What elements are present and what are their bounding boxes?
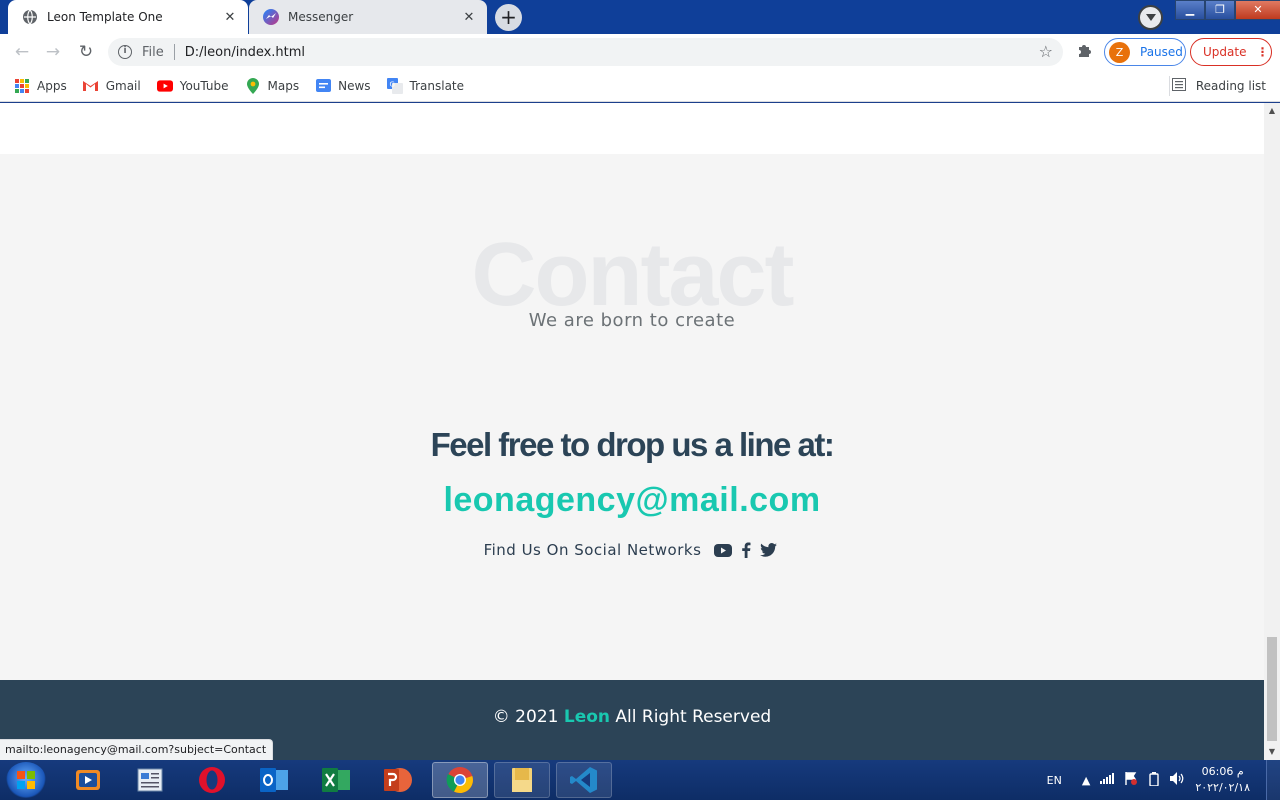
bookmarks-divider bbox=[1169, 75, 1170, 96]
address-separator bbox=[173, 44, 175, 60]
tab-messenger[interactable]: Messenger ✕ bbox=[249, 0, 487, 34]
menu-dots-icon[interactable]: ⋮ bbox=[1256, 45, 1268, 59]
bookmark-star-icon[interactable]: ☆ bbox=[1039, 42, 1053, 61]
contact-section: Contact We are born to create Feel free … bbox=[0, 154, 1264, 680]
close-tab-icon[interactable]: ✕ bbox=[222, 10, 238, 25]
windows-taskbar: EN ▲ 06:06 م ٢٠٢٢/٠٢/١٨ bbox=[0, 760, 1280, 800]
extensions-puzzle-icon[interactable] bbox=[1076, 42, 1092, 62]
network-signal-icon[interactable] bbox=[1100, 773, 1115, 787]
excel-icon[interactable] bbox=[308, 762, 364, 798]
opera-icon[interactable] bbox=[184, 762, 240, 798]
bookmark-label: Maps bbox=[267, 78, 300, 93]
media-player-icon[interactable] bbox=[60, 762, 116, 798]
youtube-icon bbox=[156, 78, 173, 94]
close-window-icon[interactable]: ✕ bbox=[1235, 0, 1280, 20]
back-arrow-icon[interactable]: ← bbox=[10, 40, 34, 64]
minimize-icon[interactable]: ▁ bbox=[1175, 0, 1205, 20]
tab-search-button[interactable] bbox=[1138, 5, 1163, 30]
reload-icon[interactable]: ↻ bbox=[74, 40, 98, 64]
bookmark-news[interactable]: News bbox=[315, 78, 371, 94]
clock-time: 06:06 م bbox=[1201, 765, 1244, 778]
update-label: Update bbox=[1203, 45, 1247, 59]
bookmarks-bar: Apps Gmail YouTube Maps News G Translate bbox=[0, 70, 1280, 102]
footer-rights: All Right Reserved bbox=[615, 707, 772, 727]
info-icon[interactable]: i bbox=[118, 45, 132, 59]
action-center-flag-icon[interactable] bbox=[1124, 772, 1138, 788]
language-indicator[interactable]: EN bbox=[1047, 774, 1062, 787]
svg-text:G: G bbox=[389, 80, 394, 88]
bookmark-label: Gmail bbox=[105, 78, 141, 93]
address-url: D:/leon/index.html bbox=[184, 44, 306, 60]
update-button[interactable]: Update ⋮ bbox=[1190, 38, 1272, 66]
twitter-icon[interactable] bbox=[760, 543, 778, 557]
bookmark-youtube[interactable]: YouTube bbox=[156, 78, 229, 94]
address-bar[interactable]: i File D:/leon/index.html ☆ bbox=[108, 38, 1063, 66]
avatar: Z bbox=[1109, 41, 1130, 63]
volume-icon[interactable] bbox=[1170, 772, 1185, 788]
bookmark-label: Translate bbox=[409, 78, 465, 93]
tab-leon-template[interactable]: Leon Template One ✕ bbox=[8, 0, 248, 34]
translate-icon: G bbox=[386, 77, 403, 94]
tab-title: Messenger bbox=[288, 10, 354, 24]
scroll-down-icon[interactable]: ▼ bbox=[1264, 744, 1280, 760]
powerpoint-icon[interactable] bbox=[370, 762, 426, 798]
close-tab-icon[interactable]: ✕ bbox=[461, 10, 477, 25]
profile-button[interactable]: Z Paused bbox=[1104, 38, 1186, 66]
globe-icon bbox=[22, 9, 38, 25]
gmail-icon bbox=[83, 78, 99, 94]
windows-logo-icon bbox=[17, 771, 35, 789]
file-explorer-icon[interactable] bbox=[494, 762, 550, 798]
bookmark-label: YouTube bbox=[179, 78, 229, 93]
facebook-icon[interactable] bbox=[738, 542, 754, 558]
browser-title-bar: Leon Template One ✕ Messenger ✕ + ▁ ❐ ✕ bbox=[0, 0, 1280, 34]
news-icon bbox=[315, 78, 331, 94]
reading-list-label: Reading list bbox=[1195, 78, 1266, 93]
link-status-bubble: mailto:leonagency@mail.com?subject=Conta… bbox=[0, 739, 274, 760]
youtube-icon[interactable] bbox=[714, 543, 733, 557]
window-controls: ▁ ❐ ✕ bbox=[1175, 0, 1280, 20]
bookmark-maps[interactable]: Maps bbox=[245, 77, 300, 94]
bookmark-translate[interactable]: G Translate bbox=[386, 77, 465, 94]
social-networks: Find Us On Social Networks bbox=[0, 541, 1264, 559]
address-scheme: File bbox=[142, 44, 164, 60]
scroll-up-icon[interactable]: ▲ bbox=[1264, 103, 1280, 119]
vscode-icon[interactable] bbox=[556, 762, 612, 798]
messenger-icon bbox=[263, 9, 279, 25]
maps-icon bbox=[245, 77, 261, 94]
reading-list-button[interactable]: Reading list bbox=[1171, 77, 1266, 94]
outlook-icon[interactable] bbox=[246, 762, 302, 798]
social-label: Find Us On Social Networks bbox=[483, 541, 702, 559]
profile-status: Paused bbox=[1140, 45, 1183, 59]
scrollbar-thumb[interactable] bbox=[1267, 637, 1277, 741]
contact-heading: Feel free to drop us a line at: bbox=[430, 426, 835, 463]
email-link[interactable]: leonagency@mail.com bbox=[0, 481, 1264, 520]
footer-brand[interactable]: Leon bbox=[564, 707, 610, 727]
reading-list-icon bbox=[1171, 77, 1188, 94]
bookmark-label: News bbox=[338, 78, 371, 93]
system-clock[interactable]: 06:06 م ٢٠٢٢/٠٢/١٨ bbox=[1195, 764, 1250, 796]
new-tab-button[interactable]: + bbox=[495, 4, 522, 31]
bookmark-gmail[interactable]: Gmail bbox=[83, 78, 141, 94]
document-viewer-icon[interactable] bbox=[122, 762, 178, 798]
bookmark-label: Apps bbox=[37, 78, 67, 93]
browser-toolbar: ← → ↻ i File D:/leon/index.html ☆ Z Paus… bbox=[0, 34, 1280, 70]
page-viewport: Contact We are born to create Feel free … bbox=[0, 103, 1264, 760]
page-scrollbar[interactable]: ▲ ▼ bbox=[1264, 103, 1280, 760]
apps-grid-icon bbox=[14, 78, 30, 94]
section-subtitle: We are born to create bbox=[528, 310, 736, 331]
clock-date: ٢٠٢٢/٠٢/١٨ bbox=[1195, 781, 1250, 794]
start-button[interactable] bbox=[6, 762, 46, 798]
forward-arrow-icon[interactable]: → bbox=[41, 40, 65, 64]
show-hidden-icons-icon[interactable]: ▲ bbox=[1082, 774, 1090, 787]
system-tray: EN ▲ 06:06 م ٢٠٢٢/٠٢/١٨ bbox=[1047, 760, 1280, 800]
show-desktop-button[interactable] bbox=[1266, 760, 1280, 800]
power-icon[interactable] bbox=[1148, 771, 1160, 789]
tab-title: Leon Template One bbox=[47, 10, 163, 24]
chevron-down-icon bbox=[1145, 14, 1156, 21]
footer-copyright: © 2021 bbox=[492, 707, 559, 727]
bookmark-apps[interactable]: Apps bbox=[14, 78, 67, 94]
restore-icon[interactable]: ❐ bbox=[1205, 0, 1235, 20]
chrome-icon[interactable] bbox=[432, 762, 488, 798]
